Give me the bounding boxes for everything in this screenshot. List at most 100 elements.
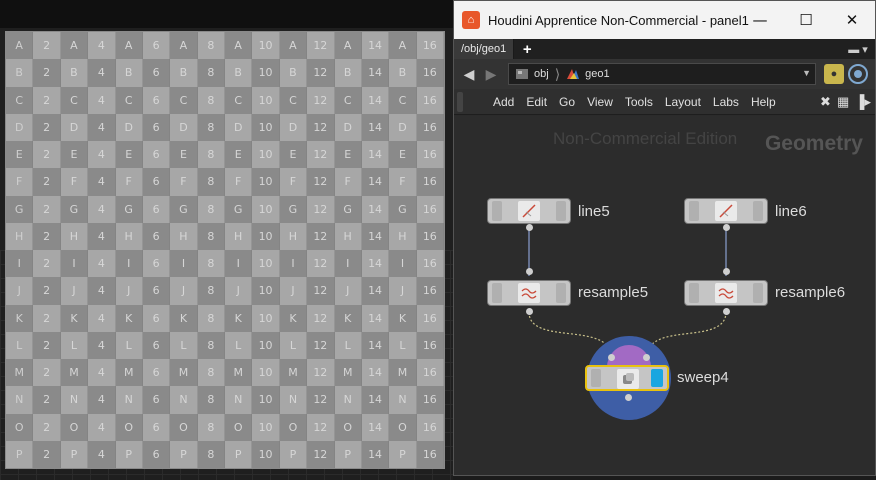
uv-cell: D [170,113,198,141]
uv-cell: 6 [142,359,171,387]
uv-cell: 8 [197,113,225,141]
uv-cell: 14 [361,168,390,196]
uv-cell: 4 [88,331,116,359]
uv-cell: I [279,250,308,278]
input-port[interactable] [643,354,650,361]
uv-cell: 16 [416,331,444,359]
uv-cell: F [60,168,89,196]
uv-cell: M [6,359,34,387]
uv-cell: 16 [416,359,444,387]
menu-item-layout[interactable]: Layout [659,95,707,109]
uv-cell: 10 [252,222,280,250]
path-segment-obj[interactable]: obj [509,68,555,80]
uv-cell: A [225,32,253,60]
wrench-icon[interactable]: ✖ [820,94,831,110]
uv-cell: J [389,277,417,305]
close-button[interactable]: ✕ [829,1,875,39]
node-line5[interactable] [487,198,571,224]
uv-cell: 12 [307,195,335,223]
node-resample5[interactable] [487,280,571,306]
output-port[interactable] [723,308,730,315]
uv-cell: 6 [142,222,171,250]
output-port[interactable] [625,394,632,401]
uv-cell: F [115,168,143,196]
node-label: resample6 [775,284,846,301]
pane-menu-icon[interactable]: ▬ ▾ [841,39,875,59]
path-segment-label: geo1 [585,68,610,80]
scene-viewport[interactable]: A 2 A 4 A 6 A 8 A 10 A 12 A 14 A 16 B 2 B 4 B 6 B 8 B 10 B 12 B 14 B 16… [0,0,453,480]
uv-cell: 8 [197,32,225,60]
uv-cell: 6 [142,277,171,305]
uv-cell: 2 [33,386,61,414]
input-port[interactable] [526,268,533,275]
link-toggle-icon[interactable] [848,64,868,84]
node-resample6[interactable] [684,280,768,306]
input-port[interactable] [723,268,730,275]
path-bar: ◀ ▶ obj ⟩ geo1 ▼ ● [454,59,875,89]
node-sweep4[interactable] [585,365,669,391]
uv-cell: 2 [33,331,61,359]
menu-item-help[interactable]: Help [745,95,782,109]
more-icon[interactable]: ▐▸ [855,94,871,110]
menu-item-labs[interactable]: Labs [707,95,745,109]
display-flag[interactable] [651,369,663,387]
title-bar[interactable]: ⌂ Houdini Apprentice Non-Commercial - pa… [454,1,875,39]
maximize-button[interactable]: ☐ [783,1,829,39]
uv-cell: 14 [361,304,390,332]
minimize-button[interactable]: — [737,1,783,39]
uv-cell: 2 [33,413,61,441]
uv-cell: D [334,113,362,141]
chevron-down-icon[interactable]: ▼ [802,68,811,78]
uv-cell: 10 [252,304,280,332]
path-segment-geo1[interactable]: geo1 [560,68,615,80]
uv-cell: L [6,331,34,359]
output-port[interactable] [526,224,533,231]
uv-cell: 4 [88,222,116,250]
uv-cell: 16 [416,386,444,414]
grid-icon[interactable]: ▦ [837,94,849,110]
uv-cell: 8 [197,359,225,387]
uv-cell: O [334,413,362,441]
menu-item-tools[interactable]: Tools [619,95,659,109]
uv-cell: C [60,86,89,114]
tab-obj-geo1[interactable]: /obj/geo1 [454,39,515,59]
network-editor[interactable]: Non-Commercial Edition Geometry line5 li… [454,116,875,475]
uv-cell: 12 [307,277,335,305]
uv-cell: 16 [416,32,444,60]
menu-item-go[interactable]: Go [553,95,581,109]
menu-item-view[interactable]: View [581,95,619,109]
uv-cell: L [115,331,143,359]
resample-sop-icon [715,283,737,303]
uv-cell: J [170,277,198,305]
uv-cell: 14 [361,113,390,141]
input-port[interactable] [608,354,615,361]
add-tab-button[interactable]: + [514,39,540,59]
node-line6[interactable] [684,198,768,224]
uv-cell: 16 [416,141,444,169]
uv-cell: G [334,195,362,223]
output-port[interactable] [723,224,730,231]
uv-cell: 4 [88,386,116,414]
uv-cell: 8 [197,413,225,441]
uv-cell: N [115,386,143,414]
pin-icon[interactable]: ● [824,64,844,84]
uv-cell: N [60,386,89,414]
menu-item-edit[interactable]: Edit [520,95,553,109]
node-label: line5 [578,203,610,220]
uv-cell: 2 [33,86,61,114]
uv-cell: O [225,413,253,441]
back-arrow-icon[interactable]: ◀ [458,66,480,83]
output-port[interactable] [526,308,533,315]
menu-item-add[interactable]: Add [487,95,520,109]
uv-cell: G [60,195,89,223]
uv-cell: 10 [252,59,280,87]
forward-arrow-icon[interactable]: ▶ [480,66,502,83]
uv-cell: F [170,168,198,196]
uv-cell: 10 [252,413,280,441]
toolbar-grip-icon[interactable] [457,91,463,112]
network-path-field[interactable]: obj ⟩ geo1 ▼ [508,63,816,85]
uv-cell: L [60,331,89,359]
uv-cell: I [225,250,253,278]
uv-cell: 16 [416,277,444,305]
uv-cell: K [225,304,253,332]
